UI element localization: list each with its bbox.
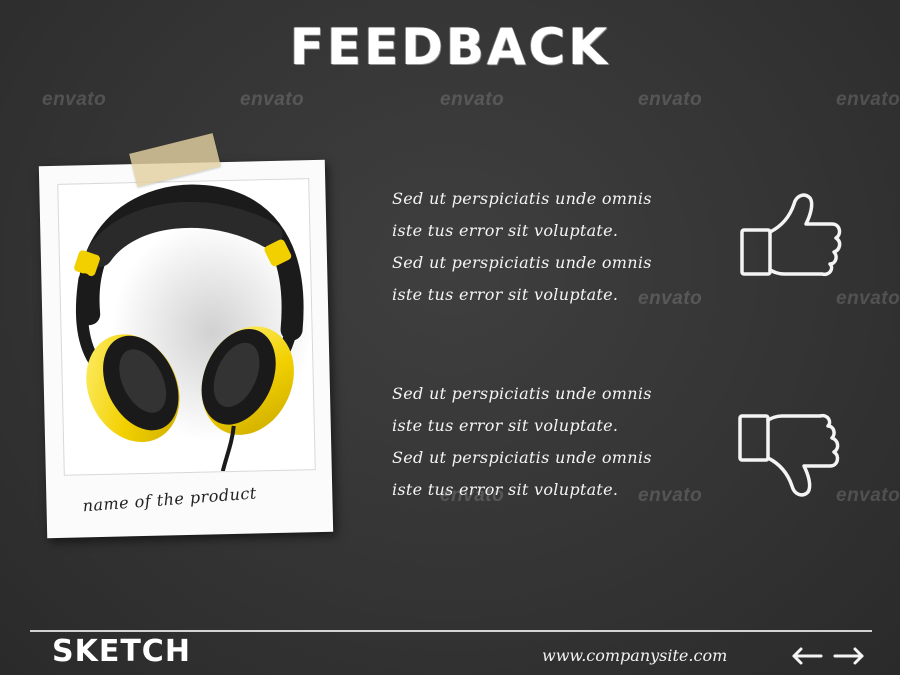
thumbs-down-icon [738,413,840,497]
arrow-right-icon[interactable] [832,646,866,666]
feedback-line: iste tus error sit voluptate. [392,480,619,499]
feedback-line: iste tus error sit voluptate. [392,285,619,304]
arrow-left-icon[interactable] [790,646,824,666]
feedback-line: Sed ut perspiciatis unde omnis [392,448,652,467]
product-caption: name of the product [81,483,258,516]
footer-divider [30,630,872,632]
thumbs-up-icon [740,193,842,277]
page-title: FEEDBACK [289,18,611,76]
positive-feedback-text: Sed ut perspiciatis unde omnis iste tus … [392,183,712,311]
watermark-text: envato [638,89,703,110]
feedback-line: iste tus error sit voluptate. [392,221,619,240]
watermark-text: envato [42,89,107,110]
product-photo [57,178,316,476]
feedback-line: Sed ut perspiciatis unde omnis [392,253,652,272]
product-polaroid: name of the product [38,159,334,539]
headphones-image [74,184,312,472]
watermark-text: envato [836,89,900,110]
brand-name: SKETCH [52,634,191,669]
feedback-line: Sed ut perspiciatis unde omnis [392,384,652,403]
feedback-line: iste tus error sit voluptate. [392,416,619,435]
watermark-text: envato [836,485,900,506]
watermark-text: envato [440,89,505,110]
watermark-text: envato [240,89,305,110]
website-link[interactable]: www.companysite.com [542,646,727,665]
negative-feedback-text: Sed ut perspiciatis unde omnis iste tus … [392,378,712,506]
feedback-line: Sed ut perspiciatis unde omnis [392,189,652,208]
watermark-text: envato [836,288,900,309]
